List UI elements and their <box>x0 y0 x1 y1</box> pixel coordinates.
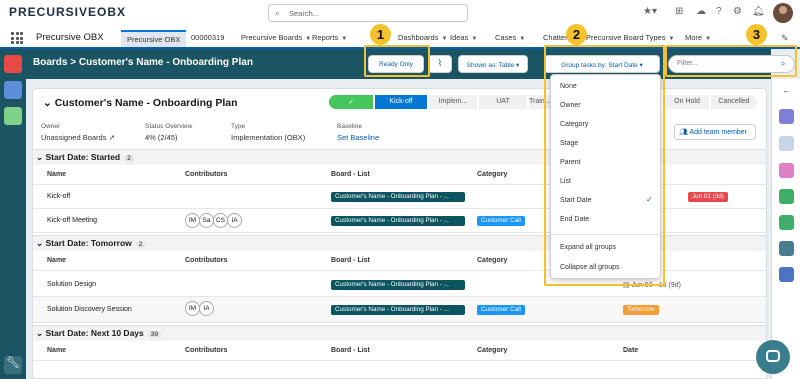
stage-on-hold[interactable]: On Hold <box>665 95 709 109</box>
plan-title: ⌄ Customer's Name - Onboarding Plan <box>43 97 238 109</box>
type-label: Type <box>231 123 246 130</box>
chevron-down-icon: ▼ <box>705 36 712 42</box>
edit-pencil-icon[interactable]: ✎ <box>781 33 789 44</box>
list-icon[interactable] <box>779 109 794 124</box>
right-rail: ← <box>771 79 800 379</box>
chevron-down-icon: ▼ <box>341 36 348 42</box>
board-title: Boards > Customer's Name - Onboarding Pl… <box>33 57 253 68</box>
stage-done[interactable]: ✓ <box>329 95 373 109</box>
stage-cancelled[interactable]: Cancelled <box>711 95 757 109</box>
star-icon[interactable]: ★▾ <box>643 6 657 17</box>
user-avatar[interactable] <box>773 3 793 23</box>
stage-kickoff[interactable]: Kick-off <box>375 95 427 109</box>
task-list-icon[interactable] <box>779 241 794 256</box>
wrench-icon[interactable]: 🔧︎ <box>4 356 22 374</box>
nav-tab-record[interactable]: 00000319 <box>185 30 230 47</box>
callout-box-2 <box>544 45 665 286</box>
callout-box-3 <box>665 45 797 77</box>
global-search[interactable]: ⌕ Search... <box>268 4 468 22</box>
column-header-row: Name Contributors Board - List Category … <box>33 341 766 361</box>
nav-tab-cases[interactable]: Cases ▼ <box>489 30 531 47</box>
search-placeholder: Search... <box>289 9 320 18</box>
arrow-left-icon[interactable]: ← <box>782 85 791 95</box>
nav-tab-precursive-obx[interactable]: Precursive OBX <box>121 30 187 47</box>
nav-tab-boards[interactable]: Precursive Boards ▼ <box>235 30 317 47</box>
app-logo: PRECURSIVEOBX <box>9 5 127 19</box>
table-icon[interactable] <box>4 81 22 99</box>
external-link-icon: ↗ <box>108 133 115 142</box>
nav-tab-ideas[interactable]: Ideas ▼ <box>444 30 483 47</box>
status-label: Status Overview <box>145 123 193 130</box>
shown-as-select[interactable]: Shown as: Table ▾ <box>458 55 528 73</box>
stage-uat[interactable]: UAT <box>479 95 527 109</box>
nav-tab-reports[interactable]: Reports ▼ <box>306 30 353 47</box>
pulse-icon[interactable] <box>779 136 794 151</box>
baseline-label: Baseline <box>337 123 362 130</box>
app-name: Precursive OBX <box>36 32 104 43</box>
group-header[interactable]: ⌄ Start Date: Next 10 Days 39 <box>33 325 766 341</box>
type-value: Implementation (OBX) <box>231 133 306 142</box>
gear-icon[interactable]: ⚙ <box>733 6 742 17</box>
stage-implementation[interactable]: Implem... <box>429 95 477 109</box>
activity-icon[interactable]: ⌇ <box>428 55 452 73</box>
help-icon[interactable]: ? <box>716 6 722 17</box>
cloud-icon[interactable]: ☁ <box>696 6 706 17</box>
document-icon[interactable] <box>779 163 794 178</box>
callout-badge-1: 1 <box>370 24 391 45</box>
left-rail: 🔧︎ <box>0 49 26 379</box>
chat-icon[interactable] <box>756 340 790 374</box>
check-icon[interactable] <box>779 215 794 230</box>
app-launcher-icon[interactable] <box>11 32 23 44</box>
status-value: 4% (2/45) <box>145 133 178 142</box>
global-header: PRECURSIVEOBX ⌕ Search... ★▾ ⊞ ☁ ? ⚙ 🔔︎ <box>0 0 800 27</box>
chevron-down-icon: ▼ <box>668 36 675 42</box>
bell-icon[interactable]: 🔔︎ <box>752 6 765 17</box>
owner-value: Unassigned Boards ↗ <box>41 133 115 142</box>
callout-badge-3: 3 <box>746 24 767 45</box>
people-icon[interactable] <box>779 189 794 204</box>
add-icon[interactable]: ⊞ <box>675 6 683 17</box>
chevron-down-icon: ▼ <box>471 36 478 42</box>
checklist-icon[interactable] <box>4 55 22 73</box>
eye-icon[interactable] <box>779 267 794 282</box>
set-baseline-link[interactable]: Set Baseline <box>337 133 379 142</box>
callout-badge-2: 2 <box>566 24 587 45</box>
chevron-down-icon: ▼ <box>519 36 526 42</box>
owner-label: Owner <box>41 123 61 130</box>
add-team-member-button[interactable]: 👥︎ Add team member <box>674 124 756 140</box>
lightbulb-icon[interactable] <box>4 107 22 125</box>
table-row[interactable]: Solution Discovery Session IM IA Custome… <box>33 297 766 323</box>
callout-box-1 <box>364 45 430 77</box>
search-icon: ⌕ <box>275 8 281 18</box>
